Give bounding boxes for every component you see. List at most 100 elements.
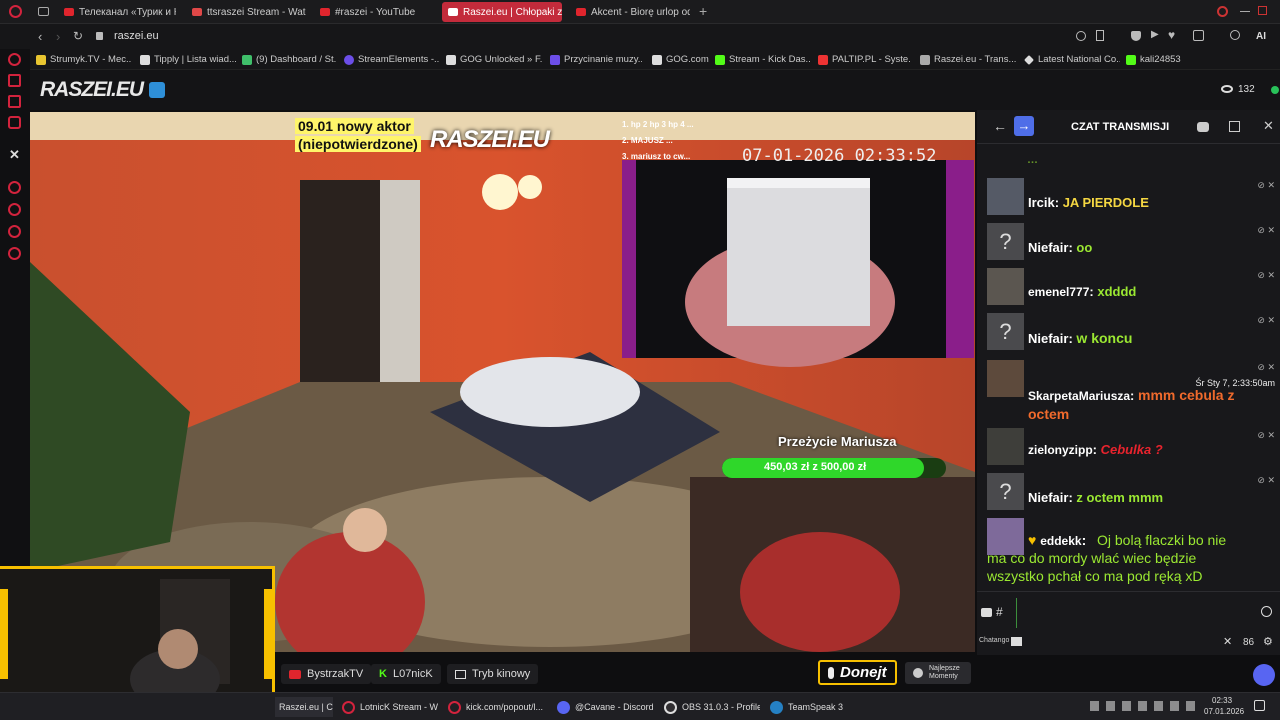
bookmark-raszei[interactable]: Raszei.eu - Trans... (920, 52, 1016, 67)
heart-icon[interactable]: ♥ (1168, 28, 1175, 42)
chat-username[interactable]: zielonyzipp (1028, 443, 1093, 457)
opera-logo-icon[interactable] (9, 5, 22, 18)
chat-discord-icon[interactable] (1197, 122, 1209, 132)
donate-button[interactable]: Donejt (818, 660, 897, 685)
chat-message-controls[interactable]: ⊘ ✕ (1257, 311, 1275, 329)
maximize-icon[interactable] (1258, 6, 1267, 15)
goal-label: Przeżycie Mariusza (778, 434, 897, 449)
reload-icon[interactable]: ↻ (73, 29, 83, 43)
minimize-icon[interactable] (1240, 11, 1250, 12)
camera-icon[interactable] (981, 608, 992, 617)
chat-username[interactable]: Niefair (1028, 331, 1068, 346)
emoji-icon[interactable] (1261, 606, 1272, 617)
chat-message-controls[interactable]: ⊘ ✕ (1257, 176, 1275, 194)
mute-icon[interactable]: ✕ (1223, 635, 1232, 648)
user-avatar[interactable] (987, 178, 1024, 215)
chat-back-icon[interactable]: ← (993, 118, 1007, 134)
chat-input[interactable] (1016, 598, 1256, 628)
chat-username[interactable]: Niefair (1028, 240, 1068, 255)
bookmark-icon[interactable] (1096, 30, 1104, 41)
chat-username[interactable]: Ircik (1028, 195, 1055, 210)
live-dot-icon (1271, 86, 1279, 94)
settings-icon[interactable]: ⚙ (1263, 635, 1273, 648)
channel-button-bystrzak[interactable]: BystrzakTV (281, 664, 372, 684)
search-tabs-icon[interactable] (1217, 6, 1228, 17)
profile-icon[interactable] (1230, 30, 1240, 40)
back-icon[interactable]: ‹ (38, 29, 42, 44)
site-badge-icon[interactable] (149, 82, 165, 98)
sidebar-bag-icon[interactable] (8, 74, 21, 87)
sidebar-history-icon[interactable] (8, 203, 21, 216)
forward-icon[interactable]: › (56, 29, 60, 44)
chat-message-controls[interactable]: ⊘ ✕ (1257, 266, 1275, 284)
bookmark-favicon-icon (1024, 54, 1034, 65)
extensions-icon[interactable] (1193, 30, 1204, 41)
bookmark-gog-unlocked[interactable]: GOG Unlocked » F... (446, 52, 542, 67)
user-avatar[interactable] (987, 268, 1024, 305)
sidebar-speed-dial-icon[interactable] (8, 53, 21, 66)
chat-username[interactable]: emenel777 (1028, 285, 1089, 299)
bookmark-gog[interactable]: GOG.com (652, 52, 710, 67)
ai-label[interactable]: AI (1256, 31, 1266, 42)
user-avatar[interactable] (987, 428, 1024, 465)
tab-raszei-active[interactable]: Raszei.eu | Chłopaki z (442, 2, 562, 22)
sidebar-extensions-icon[interactable] (8, 225, 21, 238)
chat-popout-icon[interactable]: → (1014, 116, 1034, 136)
tab-menu-icon[interactable] (38, 7, 49, 16)
sidebar-discord-icon[interactable] (8, 116, 21, 129)
new-tab-icon[interactable]: + (699, 3, 707, 19)
cinema-mode-button[interactable]: Tryb kinowy (447, 664, 539, 684)
chat-external-icon[interactable] (1229, 121, 1240, 132)
chat-bubble-icon[interactable] (1011, 637, 1022, 646)
bookmark-streamelements[interactable]: StreamElements -... (344, 52, 439, 67)
taskbar-item-lotnick[interactable]: LotnicK Stream - W... (338, 697, 438, 717)
sidebar-player-icon[interactable] (8, 181, 21, 194)
bookmark-kali[interactable]: kali24853 (1126, 52, 1186, 67)
bookmark-latest-national[interactable]: Latest National Co... (1024, 52, 1120, 67)
taskbar-item-kick[interactable]: kick.com/popout/l... (444, 697, 544, 717)
best-moments-button[interactable]: Najlepsze Momenty (905, 662, 971, 684)
chat-message-controls[interactable]: ⊘ ✕ (1257, 221, 1275, 239)
user-avatar[interactable]: ? (987, 473, 1024, 510)
chat-username[interactable]: SkarpetaMariusza (1028, 389, 1130, 403)
bookmark-przycinanie[interactable]: Przycinanie muzy... (550, 52, 642, 67)
bookmark-tipply[interactable]: Tipply | Lista wiad... (140, 52, 236, 67)
discord-icon[interactable] (1253, 664, 1275, 686)
sidebar-x-icon[interactable]: ✕ (9, 147, 20, 163)
shield-icon[interactable] (1131, 31, 1141, 41)
chatango-brand[interactable]: Chatango (979, 637, 1009, 644)
sidebar-settings-icon[interactable] (8, 247, 21, 260)
site-logo[interactable]: RASZEI.EU (40, 78, 144, 102)
chat-panel: ← → CZAT TRANSMISJI ✕ … Ircik: JA PIERDO… (977, 110, 1280, 655)
tab-telekanal[interactable]: Телеканал «Турик и Кон... (58, 2, 176, 22)
play-icon[interactable]: ▶ (1151, 29, 1159, 40)
zoom-icon[interactable] (1076, 31, 1086, 41)
chat-close-icon[interactable]: ✕ (1263, 118, 1274, 134)
notification-icon[interactable] (1254, 700, 1265, 711)
user-avatar[interactable]: ? (987, 223, 1024, 260)
taskbar-item-teamspeak[interactable]: TeamSpeak 3 (766, 697, 856, 717)
tray-icons[interactable] (1090, 701, 1200, 711)
taskbar-item-discord[interactable]: @Cavane - Discord (553, 697, 653, 717)
tab-akcent[interactable]: Akcent - Biorę urlop od Ci (570, 2, 690, 22)
taskbar-item-obs[interactable]: OBS 31.0.3 - Profile... (660, 697, 760, 717)
clock-date[interactable]: 07.01.2026 (1204, 707, 1244, 716)
bookmark-dashboard[interactable]: (9) Dashboard / St... (242, 52, 337, 67)
taskbar-item-raszei[interactable]: Raszei.eu | Chłopak... (275, 697, 333, 717)
tab-youtube-raszei[interactable]: #raszei - YouTube (314, 2, 434, 22)
user-avatar[interactable]: ? (987, 313, 1024, 350)
chat-message-controls[interactable]: ⊘ ✕ (1257, 426, 1275, 444)
bookmark-strumyk[interactable]: Strumyk.TV - Mec... (36, 52, 131, 67)
bookmark-kick[interactable]: Stream - Kick Das... (715, 52, 811, 67)
sidebar-twitch-icon[interactable] (8, 95, 21, 108)
channel-button-l07nick[interactable]: K L07nicK (371, 664, 441, 684)
chat-message-controls[interactable]: ⊘ ✕ (1257, 471, 1275, 489)
tab-ttsraszei[interactable]: ttsraszei Stream - Watch L (186, 2, 306, 22)
chat-text: z octem mmm (1076, 490, 1164, 505)
bookmark-paltip[interactable]: PALTIP.PL - Syste... (818, 52, 910, 67)
url-field[interactable]: raszei.eu (114, 30, 159, 42)
leaderboard-1: 1. hp 2 hp 3 hp 4 ... (622, 120, 694, 129)
chat-text: Cebulka ? (1100, 442, 1163, 457)
clock-time[interactable]: 02:33 (1212, 696, 1232, 705)
chat-username[interactable]: Niefair (1028, 490, 1068, 505)
